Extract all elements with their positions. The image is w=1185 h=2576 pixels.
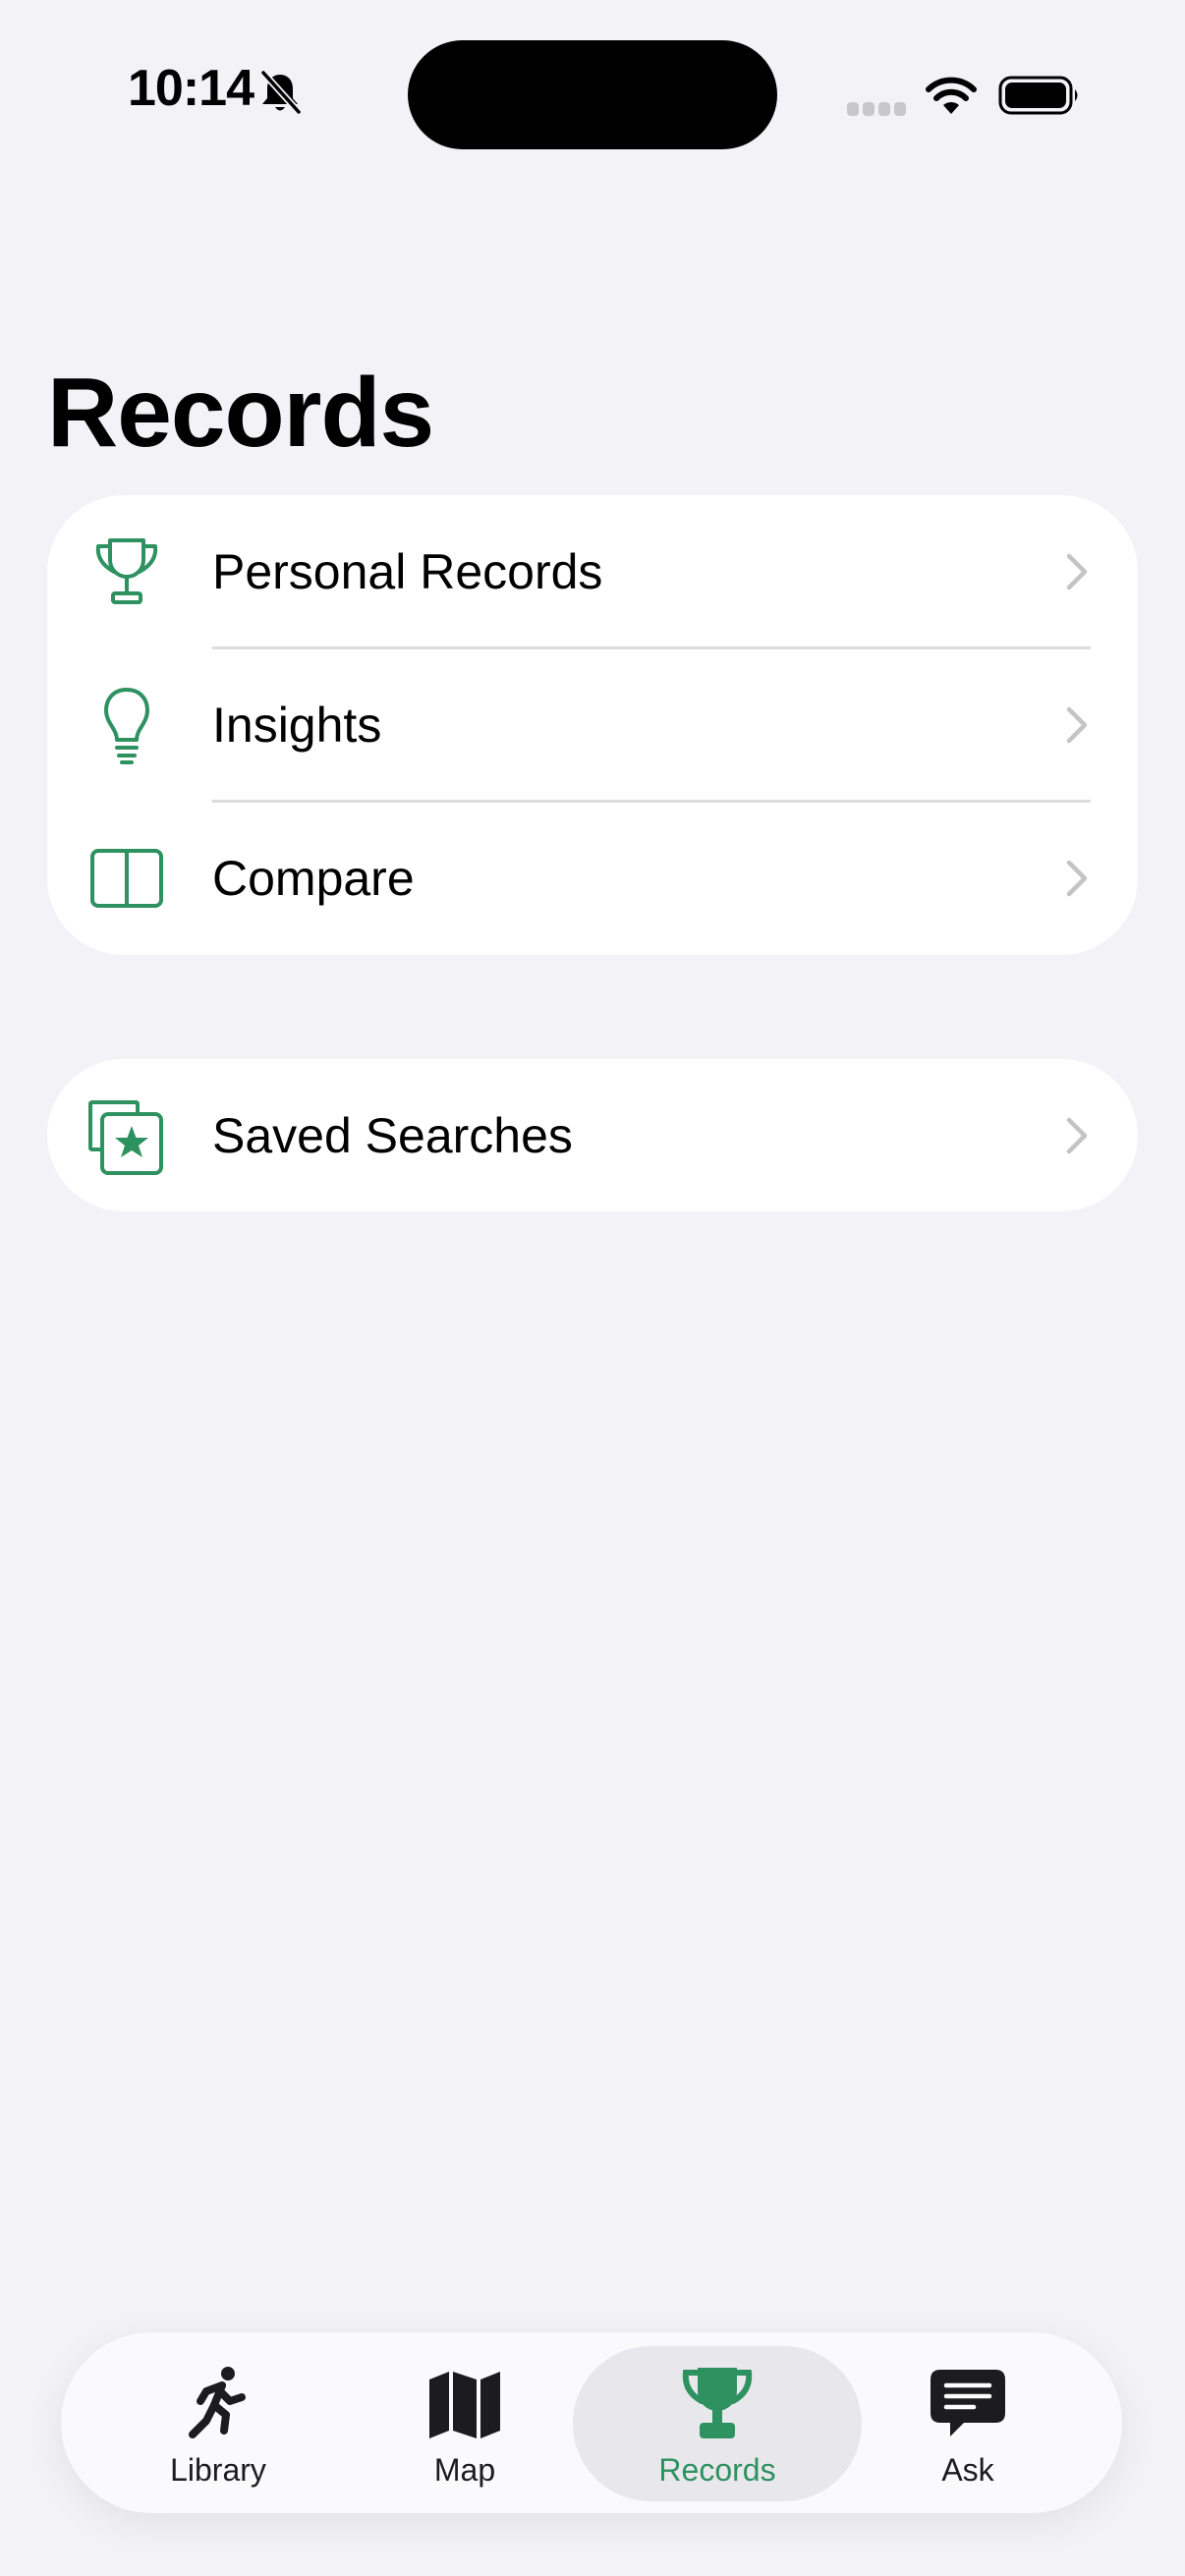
- status-bar: 10:14: [0, 0, 1185, 196]
- tab-library[interactable]: Library: [100, 2332, 336, 2513]
- menu-row-personal-records[interactable]: Personal Records: [47, 495, 1138, 648]
- records-menu-card: Personal Records Insights Compare: [47, 495, 1138, 955]
- running-figure-icon: [189, 2367, 246, 2438]
- tab-label: Ask: [941, 2452, 994, 2488]
- tab-records[interactable]: Records: [599, 2332, 835, 2513]
- tab-ask[interactable]: Ask: [850, 2332, 1086, 2513]
- menu-row-compare[interactable]: Compare: [47, 802, 1138, 955]
- trophy-icon: [95, 538, 158, 604]
- menu-row-saved-searches[interactable]: Saved Searches: [47, 1059, 1138, 1211]
- battery-icon: [998, 76, 1078, 115]
- status-time: 10:14: [128, 60, 254, 117]
- menu-row-label: Insights: [212, 698, 382, 753]
- saved-searches-card: Saved Searches: [47, 1059, 1138, 1211]
- chevron-right-icon: [1066, 860, 1088, 897]
- chevron-right-icon: [1066, 706, 1088, 744]
- wifi-icon: [926, 77, 977, 114]
- cellular-signal-icon: [847, 102, 906, 116]
- tab-bar: Library Map Records Ask: [61, 2332, 1122, 2513]
- lightbulb-icon: [104, 688, 149, 764]
- menu-row-label: Compare: [212, 851, 415, 906]
- dynamic-island: [408, 40, 777, 149]
- tab-label: Records: [658, 2452, 776, 2488]
- menu-row-label: Saved Searches: [212, 1108, 573, 1163]
- menu-row-insights[interactable]: Insights: [47, 648, 1138, 802]
- tab-map[interactable]: Map: [347, 2332, 583, 2513]
- chat-bubble-icon: [931, 2370, 1005, 2436]
- chevron-right-icon: [1066, 1117, 1088, 1154]
- menu-row-label: Personal Records: [212, 544, 603, 599]
- tab-label: Map: [433, 2452, 496, 2488]
- bell-slash-icon: [260, 70, 302, 115]
- chevron-right-icon: [1066, 553, 1088, 590]
- map-icon: [429, 2372, 500, 2438]
- split-rectangle-icon: [90, 849, 163, 908]
- trophy-fill-icon: [682, 2368, 753, 2438]
- page-title: Records: [47, 358, 434, 468]
- tab-label: Library: [170, 2452, 266, 2488]
- star-stack-icon: [88, 1100, 163, 1175]
